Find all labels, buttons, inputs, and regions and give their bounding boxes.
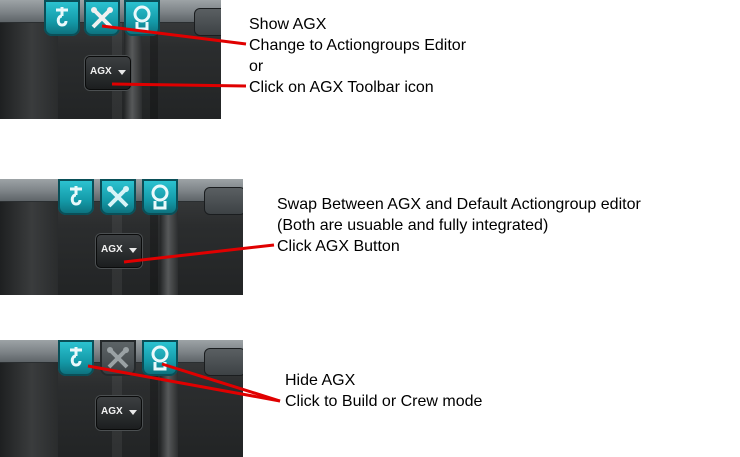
note-line: Click AGX Button bbox=[277, 238, 400, 255]
note-line: Show AGX bbox=[249, 16, 327, 33]
pointer-line-toolbar bbox=[111, 82, 247, 88]
pointer-line-agx-button bbox=[123, 243, 275, 264]
note-line: Click to Build or Crew mode bbox=[285, 393, 483, 410]
note-line: Hide AGX bbox=[285, 372, 356, 389]
note-line: Change to Actiongroups Editor bbox=[249, 37, 467, 54]
note-line: (Both are usuable and fully integrated) bbox=[277, 217, 549, 234]
note-line: Swap Between AGX and Default Actiongroup… bbox=[277, 196, 641, 213]
note-show-agx: Show AGX Change to Actiongroups Editor o… bbox=[249, 14, 466, 98]
pointer-line-editor bbox=[101, 24, 247, 46]
note-line: Click on AGX Toolbar icon bbox=[249, 79, 434, 96]
note-swap-editor: Swap Between AGX and Default Actiongroup… bbox=[277, 194, 641, 257]
note-line: or bbox=[249, 58, 264, 75]
note-hide-agx: Hide AGX Click to Build or Crew mode bbox=[285, 370, 482, 412]
